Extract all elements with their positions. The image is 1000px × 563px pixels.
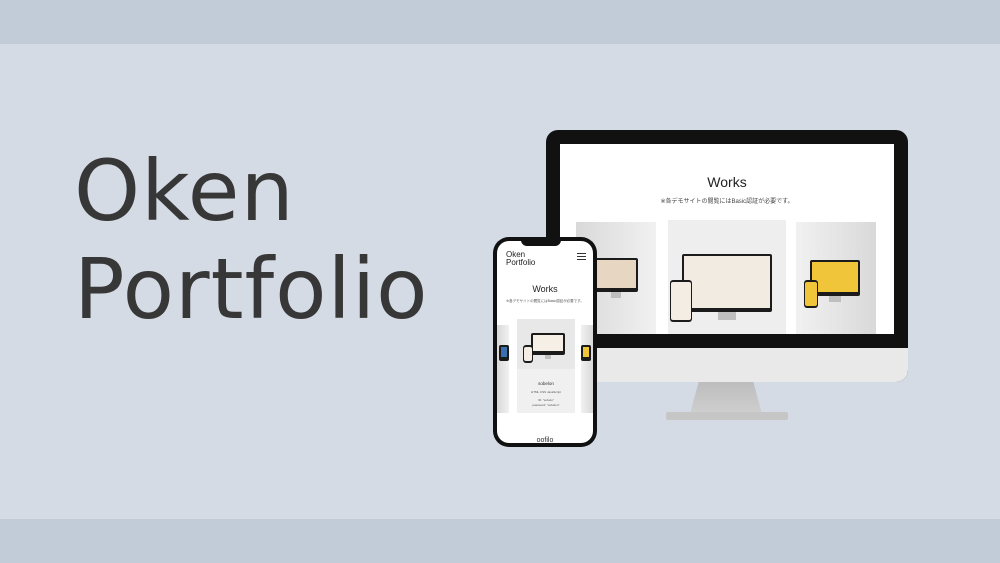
card-center-monitor-image <box>682 254 772 312</box>
desktop-works-note: ※各デモサイトの閲覧にはBasic認証が必要です。 <box>660 199 794 205</box>
phone-mockup: Oken Portfolio Works ※各デモサイトの閲覧にはBasic認証… <box>493 237 597 447</box>
phone-card-id: ID: "sobelo" <box>538 398 554 402</box>
phone-card-title: sobelon <box>538 381 554 386</box>
phone-card-left-peek[interactable] <box>497 325 509 413</box>
monitor-chin <box>546 348 908 382</box>
card-left-monitor-image <box>594 258 638 292</box>
works-card-right[interactable] <box>796 222 876 334</box>
hero-title-line1: Oken <box>74 142 295 240</box>
bottom-band <box>0 519 1000 563</box>
phone-works-note: ※各デモサイトの閲覧にはBasic認証が必要です。 <box>506 299 584 303</box>
hero-title-line2: Portfolio <box>74 240 429 338</box>
monitor-stand-base <box>666 412 788 420</box>
card-center-phone-image <box>670 280 692 322</box>
phone-screen: Oken Portfolio Works ※各デモサイトの閲覧にはBasic認証… <box>497 241 593 443</box>
phone-works-heading: Works <box>532 284 558 294</box>
monitor-stand-neck <box>690 382 762 414</box>
phone-work-card[interactable]: sobelon HTML CSS JavaScript ID: "sobelo"… <box>517 319 575 413</box>
phone-next-section-title: oofilo <box>536 437 554 443</box>
hero-title: Oken Portfolio <box>74 142 429 338</box>
phone-card-right-peek[interactable] <box>581 325 593 413</box>
desktop-monitor-mockup: Works ※各デモサイトの閲覧にはBasic認証が必要です。 <box>546 130 908 382</box>
phone-logo-line2: Portfolio <box>506 258 536 267</box>
phone-card-tech: HTML CSS JavaScript <box>531 390 561 394</box>
desktop-screen: Works ※各デモサイトの閲覧にはBasic認証が必要です。 <box>560 144 894 334</box>
phone-notch <box>521 237 561 246</box>
phone-card-password: password: "sobelon" <box>532 403 560 407</box>
desktop-works-heading: Works <box>707 174 747 190</box>
phone-logo[interactable]: Oken Portfolio <box>506 251 535 267</box>
works-card-center[interactable] <box>668 220 786 334</box>
top-band <box>0 0 1000 44</box>
phone-card-image <box>517 319 575 369</box>
hamburger-menu-icon[interactable] <box>577 253 586 261</box>
